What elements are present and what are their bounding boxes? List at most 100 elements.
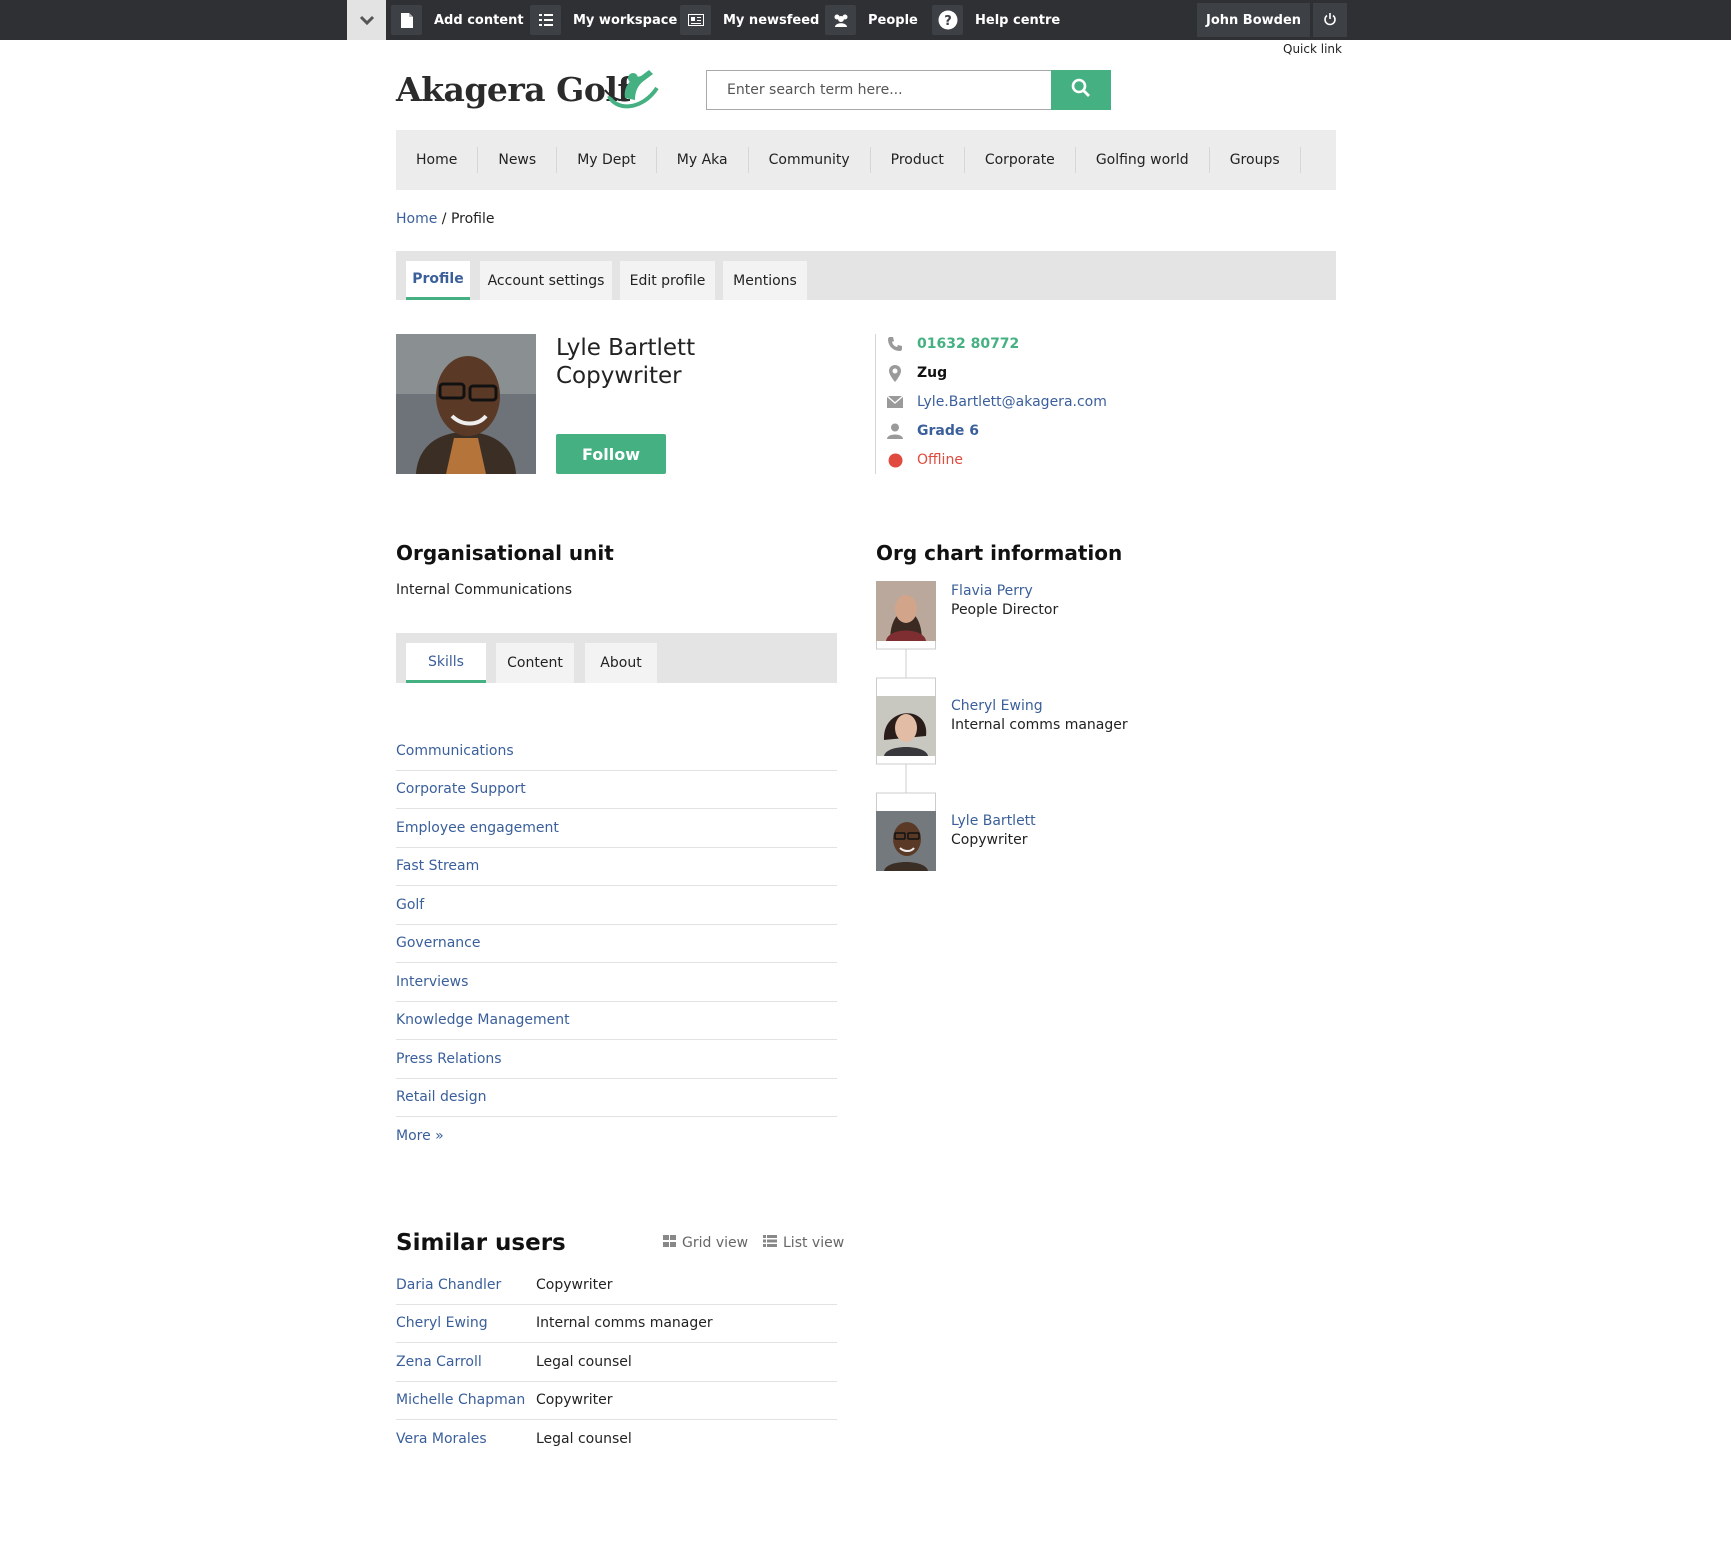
similar-user-name[interactable]: Michelle Chapman	[396, 1392, 536, 1408]
nav-item-my-aka[interactable]: My Aka	[657, 147, 749, 173]
table-row: Daria Chandler Copywriter	[396, 1266, 837, 1305]
my-newsfeed-button[interactable]: My newsfeed	[680, 0, 819, 40]
avatar[interactable]	[876, 696, 936, 756]
skill-item[interactable]: Corporate Support	[396, 771, 837, 809]
similar-user-name[interactable]: Daria Chandler	[396, 1277, 536, 1293]
skill-item[interactable]: Press Relations	[396, 1040, 837, 1079]
my-workspace-button[interactable]: My workspace	[530, 0, 677, 40]
admin-toolbar: Add content My workspace My newsfeed Peo…	[0, 0, 1731, 40]
similar-user-name[interactable]: Zena Carroll	[396, 1354, 536, 1370]
tab-mentions[interactable]: Mentions	[723, 261, 807, 300]
my-newsfeed-label: My newsfeed	[723, 12, 820, 28]
skill-item[interactable]: Employee engagement	[396, 809, 837, 848]
similar-user-role: Legal counsel	[536, 1353, 632, 1370]
skill-item[interactable]: Fast Stream	[396, 848, 837, 886]
contact-grade-row: Grade 6	[887, 421, 979, 441]
tab-about[interactable]: About	[585, 643, 657, 683]
avatar[interactable]	[876, 581, 936, 641]
org-chart-connector	[876, 756, 936, 811]
list-icon	[530, 5, 561, 35]
search-button[interactable]	[1051, 70, 1111, 110]
profile-name: Lyle Bartlett	[556, 335, 696, 361]
grid-view-label: Grid view	[682, 1235, 749, 1251]
grid-view-button[interactable]: Grid view	[663, 1235, 748, 1251]
similar-user-name[interactable]: Vera Morales	[396, 1431, 536, 1447]
nav-item-community[interactable]: Community	[749, 147, 871, 173]
org-person-name[interactable]: Flavia Perry	[951, 583, 1033, 599]
contact-status: Offline	[917, 452, 963, 468]
org-unit-value: Internal Communications	[396, 582, 573, 598]
org-person-role: Copywriter	[951, 832, 1028, 848]
org-unit-heading: Organisational unit	[396, 541, 614, 565]
envelope-icon	[887, 394, 903, 410]
my-workspace-label: My workspace	[573, 12, 678, 28]
org-person-role: People Director	[951, 602, 1059, 618]
skill-item[interactable]: Interviews	[396, 963, 837, 1002]
org-person-name[interactable]: Cheryl Ewing	[951, 698, 1043, 714]
add-content-button[interactable]: Add content	[391, 0, 524, 40]
skill-item[interactable]: Governance	[396, 925, 837, 963]
contact-phone[interactable]: 01632 80772	[917, 336, 1019, 352]
newspaper-icon	[680, 5, 711, 35]
skill-item[interactable]: Communications	[396, 732, 837, 771]
org-chart-node: Cheryl Ewing Internal comms manager	[876, 696, 1276, 756]
skill-item[interactable]: Golf	[396, 886, 837, 925]
similar-users-heading: Similar users	[396, 1230, 566, 1256]
breadcrumb-current: Profile	[450, 211, 495, 227]
phone-icon	[887, 336, 903, 352]
quick-link[interactable]: Quick link	[1283, 42, 1342, 56]
nav-item-product[interactable]: Product	[871, 147, 965, 173]
person-icon	[887, 423, 903, 439]
nav-item-groups[interactable]: Groups	[1210, 147, 1301, 173]
tab-profile[interactable]: Profile	[406, 261, 470, 300]
org-chart-connector	[876, 641, 936, 696]
search-input[interactable]: Enter search term here...	[706, 70, 1051, 110]
people-label: People	[868, 12, 918, 28]
similar-user-name[interactable]: Cheryl Ewing	[396, 1315, 536, 1331]
tab-edit-profile[interactable]: Edit profile	[620, 261, 715, 300]
contact-email-link[interactable]: Lyle.Bartlett@akagera.com	[917, 394, 1107, 410]
tab-skills[interactable]: Skills	[406, 643, 486, 683]
contact-email-row: Lyle.Bartlett@akagera.com	[887, 392, 1107, 412]
toolbar-toggle-button[interactable]	[347, 0, 386, 40]
svg-text:?: ?	[944, 14, 952, 29]
help-centre-label: Help centre	[975, 12, 1061, 28]
org-chart-heading: Org chart information	[876, 541, 1123, 565]
nav-item-golfing-world[interactable]: Golfing world	[1076, 147, 1210, 173]
user-menu-button[interactable]: John Bowden	[1197, 3, 1310, 37]
similar-user-role: Copywriter	[536, 1392, 613, 1409]
similar-users-list: Daria Chandler Copywriter Cheryl Ewing I…	[396, 1266, 837, 1459]
skill-item[interactable]: Retail design	[396, 1079, 837, 1117]
similar-user-role: Copywriter	[536, 1276, 613, 1293]
main-navigation: Home News My Dept My Aka Community Produ…	[396, 130, 1336, 190]
site-logo-text[interactable]: Akagera Golf	[396, 70, 632, 109]
document-icon	[391, 5, 422, 35]
follow-button[interactable]: Follow	[556, 434, 666, 474]
contact-status-row: Offline	[887, 450, 963, 470]
skills-list: Communications Corporate Support Employe…	[396, 732, 837, 1156]
contact-phone-row: 01632 80772	[887, 334, 1019, 354]
nav-item-home[interactable]: Home	[396, 147, 479, 173]
avatar[interactable]	[876, 811, 936, 871]
table-row: Vera Morales Legal counsel	[396, 1420, 837, 1459]
help-centre-button[interactable]: ? Help centre	[932, 0, 1060, 40]
skills-more-link[interactable]: More »	[396, 1117, 837, 1156]
org-person-name[interactable]: Lyle Bartlett	[951, 813, 1036, 829]
breadcrumb: Home / Profile	[396, 211, 495, 227]
people-button[interactable]: People	[825, 0, 918, 40]
breadcrumb-home-link[interactable]: Home	[396, 211, 437, 227]
tab-account-settings[interactable]: Account settings	[480, 261, 612, 300]
help-icon: ?	[932, 5, 963, 35]
contact-grade-link[interactable]: Grade 6	[917, 423, 979, 439]
list-view-button[interactable]: List view	[763, 1235, 844, 1251]
list-icon	[763, 1235, 777, 1251]
tab-content[interactable]: Content	[496, 643, 574, 683]
logout-button[interactable]	[1313, 3, 1347, 37]
nav-item-my-dept[interactable]: My Dept	[557, 147, 657, 173]
skill-item[interactable]: Knowledge Management	[396, 1002, 837, 1040]
chevron-down-icon	[359, 11, 375, 30]
contact-location: Zug	[917, 365, 948, 381]
nav-item-news[interactable]: News	[478, 147, 558, 173]
nav-item-corporate[interactable]: Corporate	[965, 147, 1076, 173]
breadcrumb-separator: /	[437, 211, 451, 227]
